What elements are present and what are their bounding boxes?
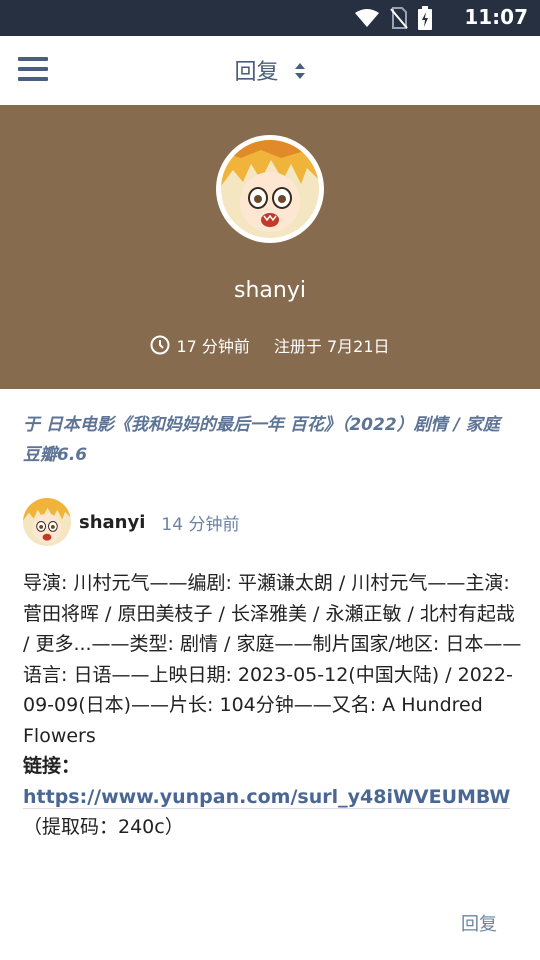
- wifi-icon: [355, 9, 379, 27]
- profile-avatar[interactable]: [216, 135, 324, 243]
- post-body-text: 导演: 川村元气——编剧: 平瀬谦太朗 / 川村元气——主演: 菅田将晖 / 原…: [23, 572, 522, 747]
- profile-header: shanyi 17 分钟前 注册于 7月21日: [0, 105, 540, 389]
- sort-updown-icon: [294, 63, 305, 79]
- no-sim-icon: [390, 7, 408, 29]
- post-timestamp: 14 分钟前: [161, 514, 240, 535]
- link-label: 链接：: [23, 755, 81, 777]
- post-author-name[interactable]: shanyi: [79, 512, 145, 533]
- status-time: 11:07: [464, 5, 528, 29]
- app-bar: 回复: [0, 36, 540, 105]
- reply-sort-selector[interactable]: 回复: [0, 54, 540, 86]
- battery-icon: [418, 6, 432, 30]
- page-title: 回复: [234, 60, 279, 85]
- post-content: 导演: 川村元气——编剧: 平瀬谦太朗 / 川村元气——主演: 菅田将晖 / 原…: [23, 568, 523, 843]
- extract-code-text: （提取码：240c）: [23, 816, 184, 838]
- topic-prefix: 于: [23, 415, 40, 435]
- status-icons: [354, 6, 432, 30]
- profile-username: shanyi: [234, 278, 306, 303]
- status-bar: 11:07: [0, 0, 540, 36]
- profile-meta: 17 分钟前 注册于 7月21日: [0, 333, 540, 357]
- clock-icon: [150, 335, 170, 355]
- reply-button[interactable]: 回复: [461, 910, 497, 936]
- last-seen-text: 17 分钟前: [176, 337, 250, 356]
- anime-avatar-image: [23, 498, 71, 546]
- post-header: shanyi 14 分钟前: [23, 497, 239, 547]
- registered-date: 注册于 7月21日: [273, 337, 390, 356]
- topic-title: 日本电影《我和妈妈的最后一年 百花》（2022）剧情 / 家庭 豆瓣6.6: [23, 415, 500, 465]
- topic-link[interactable]: 于 日本电影《我和妈妈的最后一年 百花》（2022）剧情 / 家庭 豆瓣6.6: [23, 410, 503, 470]
- share-link[interactable]: https://www.yunpan.com/surl_y48iWVEUMBW: [23, 785, 511, 809]
- post-author-avatar[interactable]: [23, 498, 71, 546]
- anime-avatar-image: [221, 140, 319, 238]
